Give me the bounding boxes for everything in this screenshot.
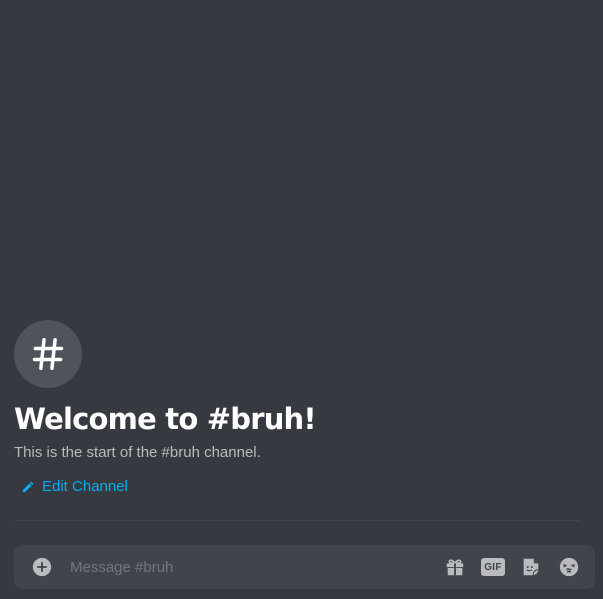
sticker-icon: [523, 558, 539, 576]
attach-button[interactable]: [31, 556, 53, 578]
gif-button[interactable]: GIF: [481, 555, 505, 579]
gif-icon: GIF: [481, 558, 505, 576]
gift-icon: [446, 559, 464, 576]
composer-buttons: GIF: [429, 555, 581, 579]
message-input[interactable]: [70, 556, 429, 578]
emoji-icon: [559, 557, 579, 577]
emoji-button[interactable]: [557, 555, 581, 579]
welcome-subtitle: This is the start of the #bruh channel.: [14, 444, 261, 461]
pencil-icon: [21, 480, 35, 494]
message-composer: GIF: [14, 545, 595, 589]
divider: [14, 520, 580, 521]
channel-icon-circle: [14, 320, 82, 388]
edit-channel-link[interactable]: Edit Channel: [21, 477, 128, 497]
hash-icon: [32, 338, 64, 370]
gift-button[interactable]: [443, 555, 467, 579]
plus-circle-icon: [32, 557, 52, 577]
edit-channel-label: Edit Channel: [42, 478, 128, 495]
sticker-button[interactable]: [519, 555, 543, 579]
channel-welcome: Welcome to #bruh! This is the start of t…: [14, 320, 580, 498]
welcome-title: Welcome to #bruh!: [14, 402, 317, 436]
